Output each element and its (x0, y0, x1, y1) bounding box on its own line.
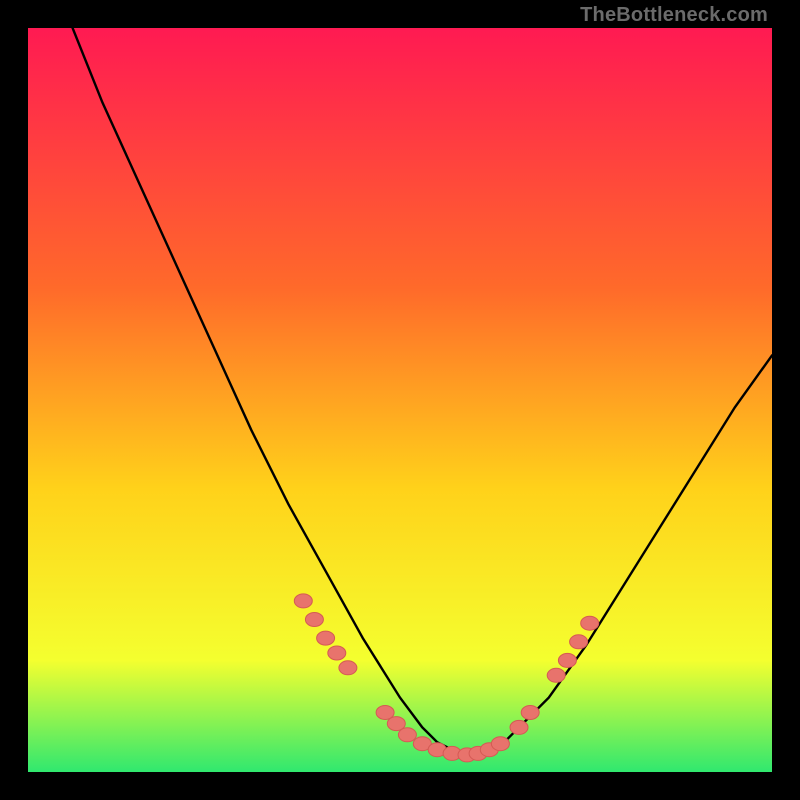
chart-frame: TheBottleneck.com (0, 0, 800, 800)
data-marker (398, 728, 416, 742)
data-marker (328, 646, 346, 660)
plot-area (28, 28, 772, 772)
bottleneck-chart (28, 28, 772, 772)
watermark-label: TheBottleneck.com (580, 4, 768, 27)
data-marker (547, 668, 565, 682)
data-marker (570, 635, 588, 649)
data-marker (521, 706, 539, 720)
data-marker (491, 737, 509, 751)
data-marker (510, 720, 528, 734)
data-marker (581, 616, 599, 630)
data-marker (558, 653, 576, 667)
data-marker (294, 594, 312, 608)
data-marker (305, 613, 323, 627)
data-marker (317, 631, 335, 645)
gradient-background (28, 28, 772, 772)
data-marker (339, 661, 357, 675)
